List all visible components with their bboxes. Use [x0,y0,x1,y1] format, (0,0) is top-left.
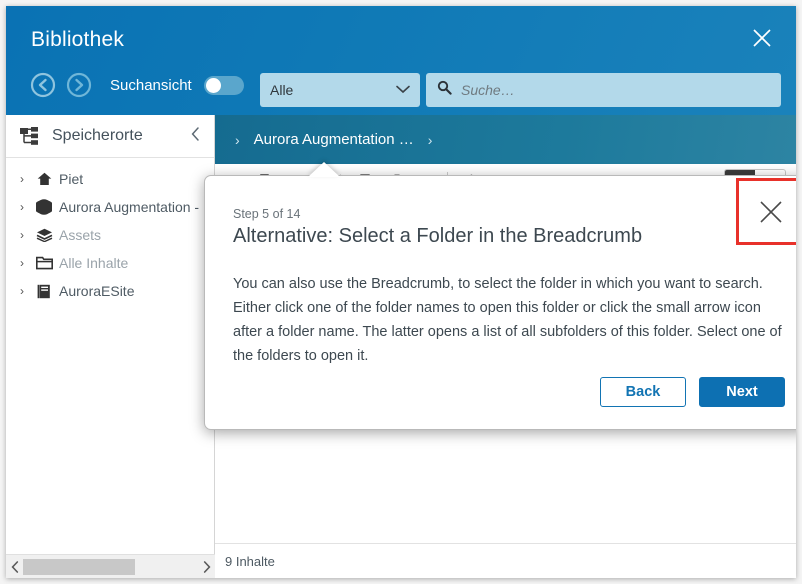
back-arrow-icon [30,72,56,98]
chevron-left-icon [11,561,19,573]
library-window: Bibliothek [6,6,796,578]
chevron-right-icon[interactable]: › [20,256,34,270]
assets-stack-icon [34,228,54,242]
search-input-placeholder: Suche… [461,82,515,98]
scroll-left-button[interactable] [6,556,23,578]
coach-title: Alternative: Select a Folder in the Brea… [233,225,642,248]
screenshot-root: Bibliothek [0,0,802,584]
breadcrumb-folder[interactable]: Aurora Augmentation … [254,131,414,148]
sidebar: Speicherorte › Piet › [6,115,215,578]
scroll-right-button[interactable] [198,556,215,578]
search-input[interactable]: Suche… [426,73,781,107]
filter-select[interactable]: Alle [260,73,420,107]
folder-icon [34,256,54,270]
coach-mark-dialog: Step 5 of 14 Alternative: Select a Folde… [204,175,796,430]
breadcrumb-root-arrow[interactable]: › [235,132,240,148]
globe-site-icon [34,199,54,215]
chevron-right-icon[interactable]: › [20,172,34,186]
coach-buttons: Back Next [600,377,785,407]
site-page-icon [34,284,54,299]
home-icon [34,172,54,186]
header-toolbar: Suchansicht [28,70,244,100]
sidebar-item-label: Alle Inhalte [59,255,128,271]
sidebar-horizontal-scrollbar[interactable] [6,554,215,578]
sidebar-item-label: AuroraESite [59,283,134,299]
sidebar-item-label: Assets [59,227,101,243]
breadcrumb-subfolder-arrow[interactable]: › [428,132,433,148]
sidebar-item-auroraesite[interactable]: › AuroraESite [6,277,214,305]
coach-close-button[interactable] [736,178,796,245]
breadcrumb: › Aurora Augmentation … › [215,115,796,164]
sidebar-tree: › Piet › Aurora [6,158,214,305]
forward-button[interactable] [64,70,94,100]
search-view-label: Suchansicht [110,77,192,94]
chevron-left-icon [191,127,200,141]
page-title: Bibliothek [31,28,124,52]
chevron-right-icon [203,561,211,573]
back-button[interactable] [28,70,58,100]
scrollbar-thumb[interactable] [23,559,135,575]
close-icon [756,197,786,227]
sidebar-item-alle-inhalte[interactable]: › Alle Inhalte [6,249,214,277]
coach-step-indicator: Step 5 of 14 [233,207,300,221]
search-view-toggle[interactable] [204,76,244,95]
close-icon [744,20,780,56]
sidebar-item-label: Aurora Augmentation - [59,199,199,215]
chevron-right-icon[interactable]: › [20,200,34,214]
sidebar-item-label: Piet [59,171,83,187]
back-button[interactable]: Back [600,377,686,407]
sidebar-item-piet[interactable]: › Piet [6,165,214,193]
sidebar-header: Speicherorte [6,115,214,158]
scrollbar-track[interactable] [23,556,198,578]
tree-structure-icon [20,127,44,145]
forward-arrow-icon [66,72,92,98]
next-button[interactable]: Next [699,377,785,407]
sidebar-title: Speicherorte [52,127,187,145]
sidebar-item-aurora-augmentation[interactable]: › Aurora Augmentation - [6,193,214,221]
filter-select-value: Alle [270,82,396,98]
search-icon [437,80,452,100]
window-header: Bibliothek [6,6,796,115]
chevron-down-icon [396,81,410,99]
chevron-right-icon[interactable]: › [20,284,34,298]
sidebar-item-assets[interactable]: › Assets [6,221,214,249]
status-bar: 9 Inhalte [215,543,796,578]
item-count: 9 Inhalte [225,554,275,569]
chevron-right-icon[interactable]: › [20,228,34,242]
sidebar-collapse-button[interactable] [187,127,204,145]
coach-mark-pointer [308,162,340,177]
coach-body-text: You can also use the Breadcrumb, to sele… [233,272,783,368]
window-close-button[interactable] [744,20,780,56]
